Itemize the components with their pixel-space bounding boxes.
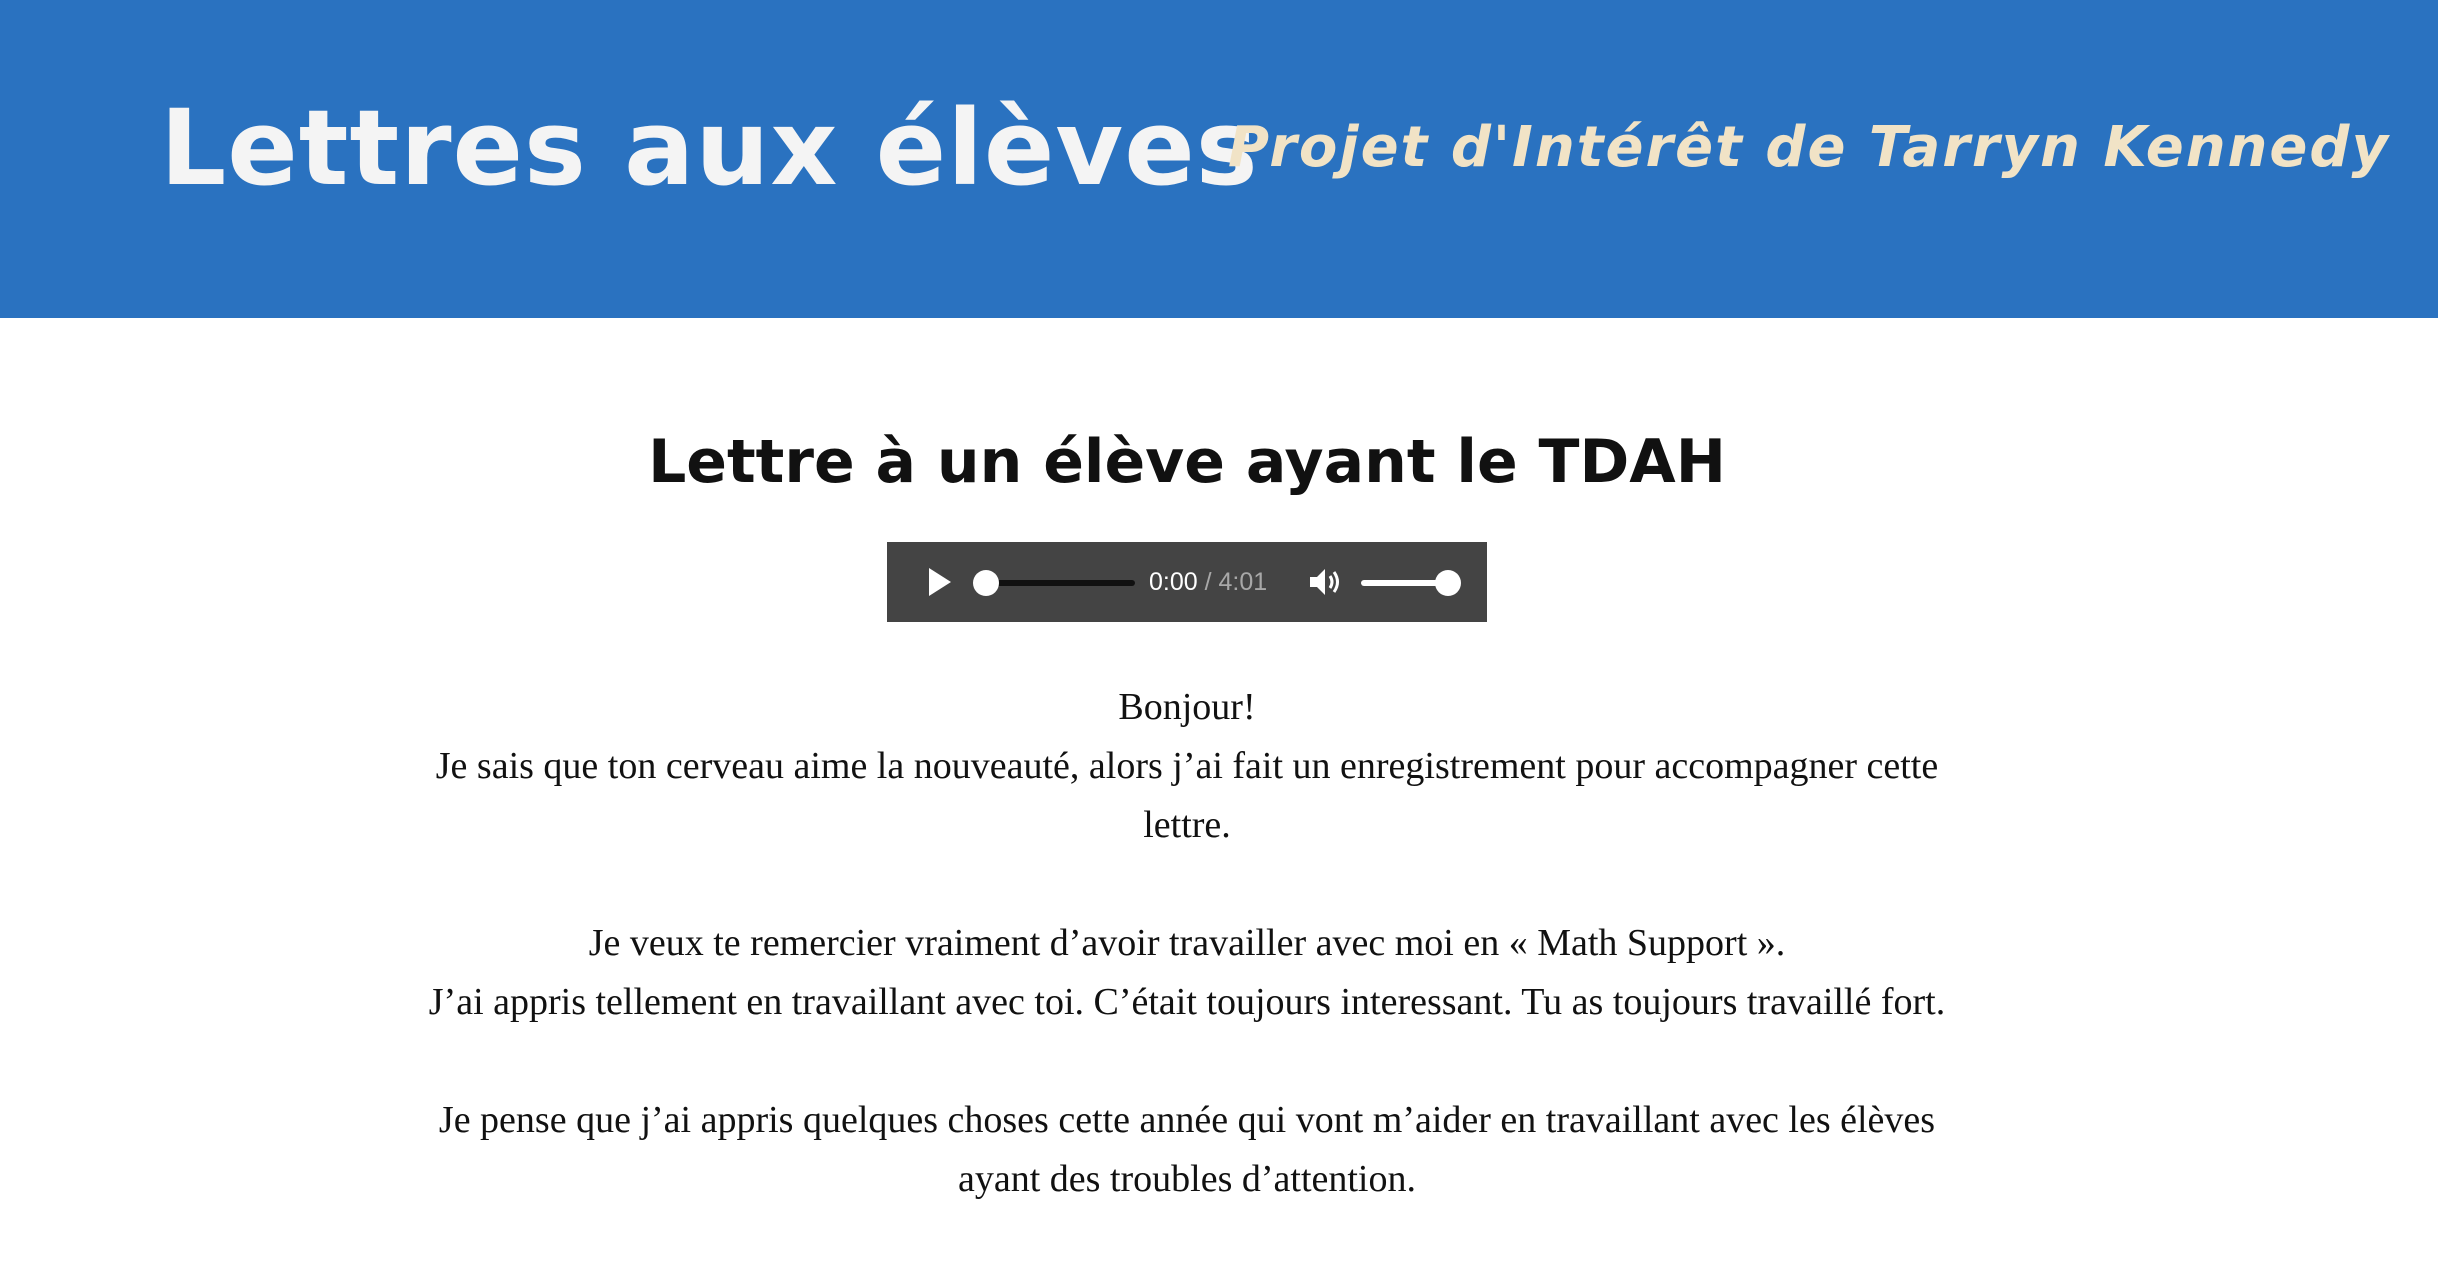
- letter-paragraph: Bonjour! Je sais que ton cerveau aime la…: [400, 678, 1974, 855]
- play-icon[interactable]: [919, 562, 959, 602]
- audio-player: 0:00 / 4:01: [887, 542, 1487, 622]
- letter-line: J’ai appris tellement en travaillant ave…: [428, 981, 1946, 1023]
- time-separator: /: [1204, 568, 1212, 596]
- duration: 4:01: [1218, 568, 1268, 596]
- letter-title: Lettre à un élève ayant le TDAH: [648, 427, 1726, 497]
- letter-paragraph: Je veux te remercier vraiment d’avoir tr…: [400, 914, 1974, 1032]
- volume-slider[interactable]: [1361, 570, 1461, 596]
- letter-line: Bonjour!: [1118, 686, 1256, 728]
- letter-line: Je pense que j’ai appris quelques choses…: [438, 1099, 1936, 1200]
- letter-line: Je veux te remercier vraiment d’avoir tr…: [588, 922, 1786, 964]
- volume-icon[interactable]: [1305, 562, 1345, 602]
- seek-thumb[interactable]: [973, 570, 999, 596]
- current-time: 0:00: [1149, 568, 1198, 596]
- time-display: 0:00 / 4:01: [1149, 564, 1267, 600]
- site-subtitle: Projet d'Intérêt de Tarryn Kennedy: [1227, 115, 2390, 180]
- site-header: Lettres aux élèves Projet d'Intérêt de T…: [0, 0, 2438, 318]
- seek-slider[interactable]: [973, 570, 1135, 596]
- site-title[interactable]: Lettres aux élèves: [160, 78, 1259, 218]
- letter-paragraph: Je pense que j’ai appris quelques choses…: [400, 1091, 1974, 1209]
- letter-line: Je sais que ton cerveau aime la nouveaut…: [435, 745, 1939, 846]
- volume-thumb[interactable]: [1435, 570, 1461, 596]
- letter-body: Bonjour! Je sais que ton cerveau aime la…: [400, 678, 1974, 1268]
